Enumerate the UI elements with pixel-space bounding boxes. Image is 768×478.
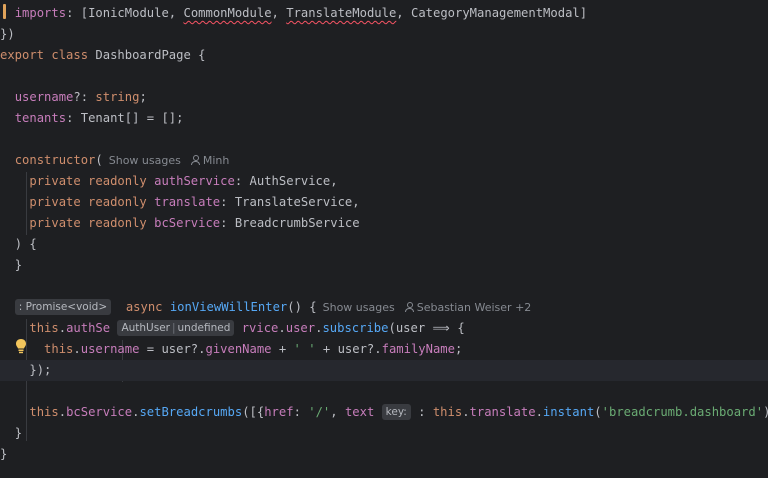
type-hint: AuthUser | undefined [117, 320, 235, 336]
code-line-21: } [14, 426, 23, 440]
show-usages-link[interactable]: Show usages [109, 150, 181, 171]
code-line-2: }) [0, 27, 15, 41]
code-line-9: private readonly authService: AuthServic… [29, 174, 338, 188]
code-line-16: this.authSe AuthUser | undefined rvice.use… [29, 320, 465, 336]
code-line-18-current: }); [0, 360, 768, 381]
code-line-13: } [14, 258, 23, 272]
author-hint[interactable]: Minh [190, 150, 229, 171]
code-line-17: this.username = user?.givenName + ' ' + … [44, 342, 463, 356]
user-icon [190, 155, 200, 165]
code-editor[interactable]: imports: [IonicModule, CommonModule, Tra… [0, 0, 768, 478]
code-line-3: export class DashboardPage { [0, 48, 206, 62]
code-line-15: : Promise<void> async ionViewWillEnter()… [0, 297, 768, 318]
user-icon [404, 302, 414, 312]
code-line-22: } [0, 447, 8, 461]
code-line-8: constructor(Show usages Minh [0, 150, 768, 171]
return-type-hint: : Promise<void> [14, 299, 112, 315]
code-line-5: username?: string; [14, 90, 147, 104]
lightbulb-icon[interactable] [15, 338, 27, 354]
code-line-12: ) { [14, 237, 37, 251]
code-line-6: tenants: Tenant[] = []; [14, 111, 184, 125]
code-line-11: private readonly bcService: BreadcrumbSe… [29, 216, 360, 230]
show-usages-link[interactable]: Show usages [323, 297, 395, 318]
code-line-20: this.bcService.setBreadcrumbs([{href: '/… [29, 404, 768, 420]
code-line-1: imports: [IonicModule, CommonModule, Tra… [14, 6, 588, 20]
author-hint[interactable]: Sebastian Weiser +2 [404, 297, 531, 318]
parameter-hint: key: [381, 404, 411, 420]
code-line-10: private readonly translate: TranslateSer… [29, 195, 360, 209]
